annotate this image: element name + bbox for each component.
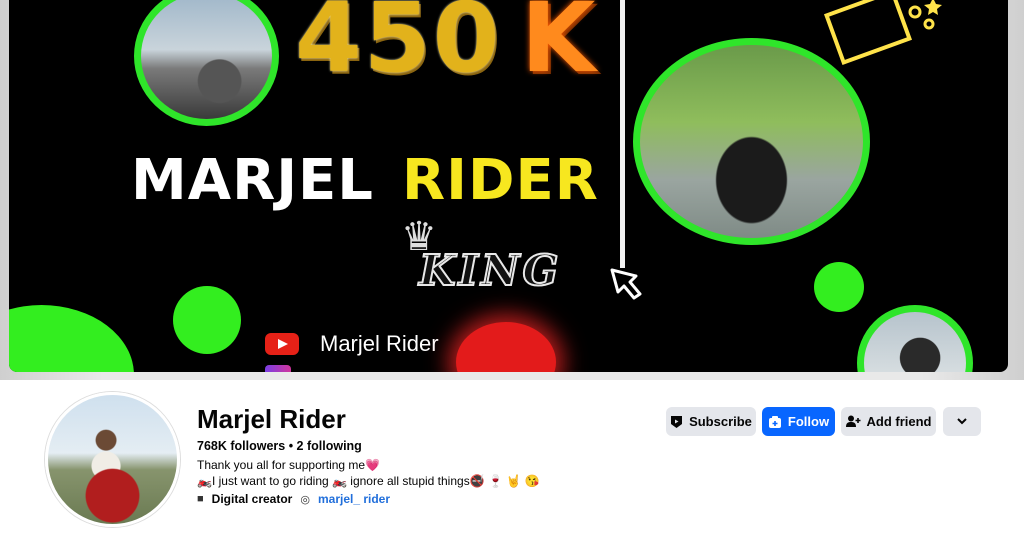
profile-stats[interactable]: 768K followers • 2 following [197, 439, 362, 453]
profile-bio-line-1: Thank you all for supporting me💗 [197, 458, 380, 472]
profile-meta-row: ■ Digital creator ◎ marjel_ rider [197, 492, 390, 506]
cover-big-number: 450 [295, 0, 502, 94]
add-friend-label: Add friend [866, 414, 932, 429]
cover-channel-name: Marjel Rider [320, 331, 439, 356]
cover-photo[interactable]: 450 K MARJEL RIDER ♛ KING Marjel Rider [9, 0, 1008, 372]
cover-circle-photo-bike-wheelie [134, 0, 279, 126]
profile-page: 450 K MARJEL RIDER ♛ KING Marjel Rider M… [0, 0, 1024, 549]
gift-box-decoration [823, 0, 942, 66]
instagram-link[interactable]: marjel_ rider [318, 492, 390, 506]
instagram-icon [265, 365, 291, 372]
cover-frame: 450 K MARJEL RIDER ♛ KING Marjel Rider [0, 0, 1024, 380]
add-friend-button[interactable]: Add friend [841, 407, 936, 436]
cover-big-suffix: K [521, 0, 596, 94]
green-dot-decoration-small [814, 262, 864, 312]
bio-text: Thank you all for supporting me [197, 458, 366, 472]
cover-king-text: KING [418, 245, 562, 296]
more-options-button[interactable] [943, 407, 981, 436]
profile-category: Digital creator [211, 492, 293, 506]
profile-name: Marjel Rider [197, 404, 346, 434]
subscribe-icon [671, 415, 683, 428]
cover-divider-line [620, 0, 625, 268]
follow-label: Follow [787, 414, 830, 429]
subscribe-button[interactable]: Subscribe [666, 407, 756, 436]
add-friend-icon [845, 415, 860, 427]
follow-button[interactable]: Follow [762, 407, 835, 436]
cover-circle-photo-stunt [857, 305, 973, 372]
profile-bio-line-2: 🏍️I just want to go riding 🏍️ ignore all… [197, 474, 540, 488]
youtube-icon [265, 333, 299, 355]
green-dot-decoration [173, 286, 241, 354]
cover-circle-photo-rider [633, 38, 870, 245]
cursor-arrow-decoration [610, 268, 642, 300]
heart-icon: 💗 [365, 458, 381, 472]
youtube-logo-glow [456, 322, 556, 372]
green-blob-decoration [9, 305, 134, 372]
instagram-icon: ◎ [300, 493, 310, 506]
cover-title-yellow: RIDER [402, 148, 599, 213]
briefcase-icon: ■ [197, 493, 204, 505]
subscribe-label: Subscribe [689, 414, 752, 429]
follow-icon [768, 415, 781, 428]
chevron-down-icon [957, 418, 967, 425]
cover-title-white: MARJEL [131, 148, 374, 213]
profile-avatar[interactable] [45, 392, 180, 527]
